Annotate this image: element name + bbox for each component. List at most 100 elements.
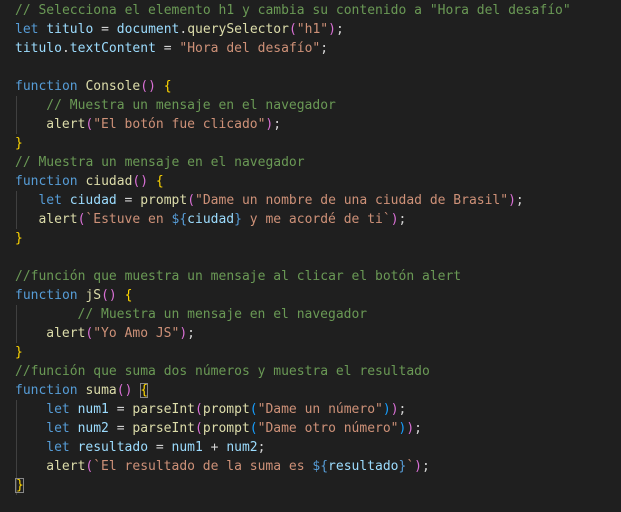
code-token: function bbox=[15, 174, 78, 189]
code-token: ciudad bbox=[69, 193, 117, 208]
code-token: function bbox=[15, 383, 78, 398]
code-token: alert bbox=[38, 212, 78, 227]
code-token: // Selecciona el elemento h1 y cambia su… bbox=[15, 3, 571, 18]
code-token: = bbox=[148, 440, 172, 455]
code-token: ) bbox=[406, 421, 415, 436]
code-token: ${ bbox=[171, 212, 188, 227]
code-token: y me acordé de ti` bbox=[241, 212, 391, 227]
code-token: ) bbox=[390, 402, 399, 417]
code-line[interactable]: alert(`El resultado de la suma es ${resu… bbox=[46, 457, 430, 476]
code-line[interactable]: } bbox=[15, 134, 23, 153]
code-token: } bbox=[15, 136, 23, 151]
code-token: Console bbox=[85, 79, 141, 94]
code-token: } bbox=[15, 478, 24, 493]
code-line[interactable]: // Muestra un mensaje en el navegador bbox=[78, 305, 368, 324]
code-token: "Hora del desafío" bbox=[179, 41, 321, 56]
code-token: let bbox=[38, 193, 62, 208]
code-token: ( bbox=[187, 193, 196, 208]
code-line[interactable]: // Muestra un mensaje en el navegador bbox=[15, 153, 305, 172]
code-line[interactable]: let num1 = parseInt(prompt("Dame un núme… bbox=[46, 400, 406, 419]
code-token: ; bbox=[320, 41, 329, 56]
code-token: . bbox=[61, 41, 70, 56]
code-token: ) bbox=[508, 193, 516, 208]
code-token: { bbox=[155, 174, 164, 189]
code-token: = bbox=[93, 22, 117, 37]
code-token: ; bbox=[187, 326, 195, 341]
code-editor[interactable]: // Selecciona el elemento h1 y cambia su… bbox=[0, 0, 621, 512]
code-token: ) bbox=[390, 212, 399, 227]
code-token: prompt bbox=[202, 402, 250, 417]
code-token: + bbox=[202, 440, 227, 455]
code-line[interactable]: // Selecciona el elemento h1 y cambia su… bbox=[15, 1, 571, 20]
code-token: num2 bbox=[226, 440, 258, 455]
indent-guide bbox=[16, 191, 17, 229]
code-line[interactable]: } bbox=[15, 229, 23, 248]
code-line[interactable]: let titulo = document.querySelector("h1"… bbox=[15, 20, 344, 39]
code-token: prompt bbox=[202, 421, 250, 436]
code-token: titulo bbox=[15, 41, 62, 56]
code-token: () bbox=[116, 383, 133, 398]
code-line[interactable]: alert("El botón fue clicado"); bbox=[46, 115, 281, 134]
code-line[interactable]: titulo.textContent = "Hora del desafío"; bbox=[15, 39, 328, 58]
code-token: `Estuve en bbox=[85, 212, 172, 227]
code-token: prompt bbox=[140, 193, 188, 208]
code-line[interactable]: let num2 = parseInt(prompt("Dame otro nú… bbox=[46, 419, 422, 438]
code-token: resultado bbox=[77, 440, 149, 455]
code-line[interactable]: function Console() { bbox=[15, 77, 172, 96]
code-line[interactable]: } bbox=[15, 476, 24, 495]
code-token: } bbox=[15, 231, 23, 246]
code-token: let bbox=[46, 402, 70, 417]
code-token: parseInt bbox=[132, 402, 195, 417]
code-token: let bbox=[46, 421, 70, 436]
code-token: } bbox=[15, 345, 23, 360]
code-line[interactable]: let ciudad = prompt("Dame un nombre de u… bbox=[38, 191, 523, 210]
code-token: ( bbox=[249, 421, 258, 436]
code-token: suma bbox=[85, 383, 117, 398]
code-line[interactable]: } bbox=[15, 343, 23, 362]
code-line[interactable]: function ciudad() { bbox=[15, 172, 164, 191]
code-line[interactable]: function jS() { bbox=[15, 286, 132, 305]
indent-guide bbox=[16, 96, 17, 134]
code-token: = bbox=[108, 421, 133, 436]
code-token: ( bbox=[249, 402, 258, 417]
code-token: ( bbox=[195, 402, 203, 417]
code-token: ; bbox=[414, 421, 422, 436]
code-token: ; bbox=[421, 459, 430, 474]
code-token: alert bbox=[46, 459, 86, 474]
code-line[interactable]: let resultado = num1 + num2; bbox=[46, 438, 265, 457]
code-token: ciudad bbox=[85, 174, 133, 189]
code-line[interactable]: alert("Yo Amo JS"); bbox=[46, 324, 195, 343]
code-token: num1 bbox=[77, 402, 109, 417]
code-token: //función que suma dos números y muestra… bbox=[15, 364, 430, 379]
code-token: { bbox=[140, 383, 149, 398]
code-line[interactable]: function suma() { bbox=[15, 381, 149, 400]
code-token: resultado bbox=[328, 459, 399, 474]
code-token: ( bbox=[288, 22, 297, 37]
code-token: ( bbox=[195, 421, 203, 436]
code-token: "Dame un número" bbox=[257, 402, 383, 417]
code-token: ; bbox=[398, 212, 407, 227]
code-token: ; bbox=[257, 440, 266, 455]
code-token: function bbox=[15, 79, 78, 94]
code-token: "El botón fue clicado" bbox=[93, 117, 266, 132]
code-token: ) bbox=[328, 22, 336, 37]
code-line[interactable]: alert(`Estuve en ${ciudad} y me acordé d… bbox=[38, 210, 406, 229]
code-line[interactable]: //función que muestra un mensaje al clic… bbox=[15, 267, 461, 286]
code-token: textContent bbox=[69, 41, 156, 56]
code-token: // Muestra un mensaje en el navegador bbox=[46, 98, 336, 113]
code-token: alert bbox=[46, 117, 86, 132]
code-token: parseInt bbox=[132, 421, 195, 436]
code-line[interactable]: //función que suma dos números y muestra… bbox=[15, 362, 430, 381]
code-token: = bbox=[155, 41, 180, 56]
code-line[interactable]: // Muestra un mensaje en el navegador bbox=[46, 96, 336, 115]
code-token: // Muestra un mensaje en el navegador bbox=[15, 155, 305, 170]
code-token: //función que muestra un mensaje al clic… bbox=[15, 269, 462, 284]
code-token: ${ bbox=[312, 459, 329, 474]
code-token: ) bbox=[382, 402, 391, 417]
